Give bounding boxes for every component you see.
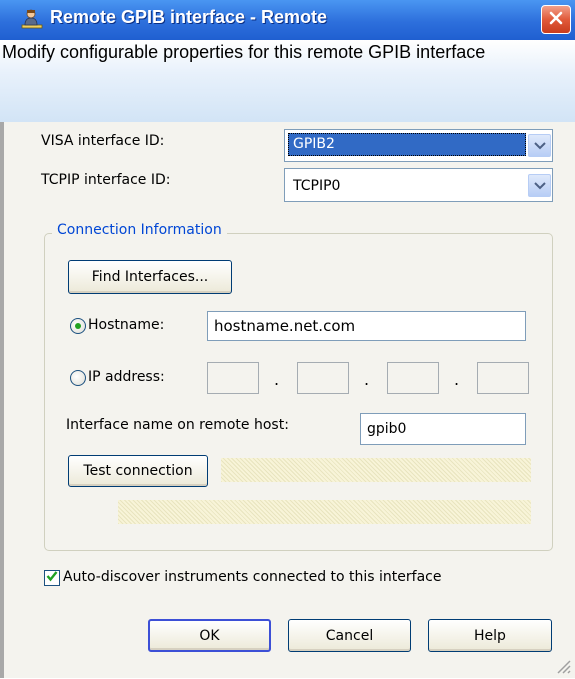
close-icon	[548, 10, 564, 30]
dialog-description: Modify configurable properties for this …	[2, 42, 486, 62]
ip-separator: .	[274, 370, 280, 389]
remote-interface-name-input[interactable]: gpib0	[360, 413, 526, 445]
chevron-down-icon	[533, 138, 546, 154]
help-button[interactable]: Help	[428, 619, 552, 652]
ip-octet-2-input[interactable]	[297, 362, 349, 394]
ip-address-radio[interactable]	[70, 370, 86, 386]
tcpip-interface-value: TCPIP0	[293, 178, 341, 194]
ip-address-label: IP address:	[88, 369, 165, 385]
remote-interface-name-label: Interface name on remote host:	[66, 417, 289, 433]
user-network-icon	[20, 8, 44, 30]
connection-status-bar	[118, 500, 531, 524]
window-title: Remote GPIB interface - Remote	[50, 7, 328, 27]
auto-discover-checkbox[interactable]	[44, 570, 60, 586]
ip-octet-3-input[interactable]	[387, 362, 439, 394]
test-status-bar	[221, 458, 531, 482]
ip-octet-1-input[interactable]	[207, 362, 259, 394]
visa-interface-label: VISA interface ID:	[41, 133, 165, 149]
hostname-input[interactable]: hostname.net.com	[207, 311, 526, 341]
ip-separator: .	[364, 370, 370, 389]
find-interfaces-button[interactable]: Find Interfaces...	[68, 260, 232, 294]
test-connection-button[interactable]: Test connection	[68, 455, 208, 487]
hostname-label: Hostname:	[88, 317, 165, 333]
ip-octet-4-input[interactable]	[477, 362, 529, 394]
visa-dropdown-button[interactable]	[528, 134, 551, 157]
chevron-down-icon	[533, 178, 546, 194]
auto-discover-label: Auto-discover instruments connected to t…	[63, 569, 442, 585]
ip-separator: .	[454, 370, 460, 389]
cancel-button[interactable]: Cancel	[288, 619, 411, 652]
radio-selected-dot	[75, 323, 81, 329]
hostname-radio[interactable]	[70, 318, 86, 334]
resize-grip-icon[interactable]	[552, 655, 572, 675]
tcpip-interface-select[interactable]: TCPIP0	[284, 168, 553, 202]
visa-interface-select[interactable]: GPIB2	[284, 129, 553, 162]
ok-button[interactable]: OK	[148, 619, 271, 652]
checkmark-icon	[46, 570, 58, 586]
tcpip-dropdown-button[interactable]	[528, 174, 551, 197]
visa-interface-value: GPIB2	[288, 133, 526, 156]
connection-info-title: Connection Information	[52, 222, 227, 238]
close-button[interactable]	[541, 5, 571, 34]
tcpip-interface-label: TCPIP interface ID:	[41, 172, 171, 188]
header-panel: Modify configurable properties for this …	[0, 40, 575, 122]
